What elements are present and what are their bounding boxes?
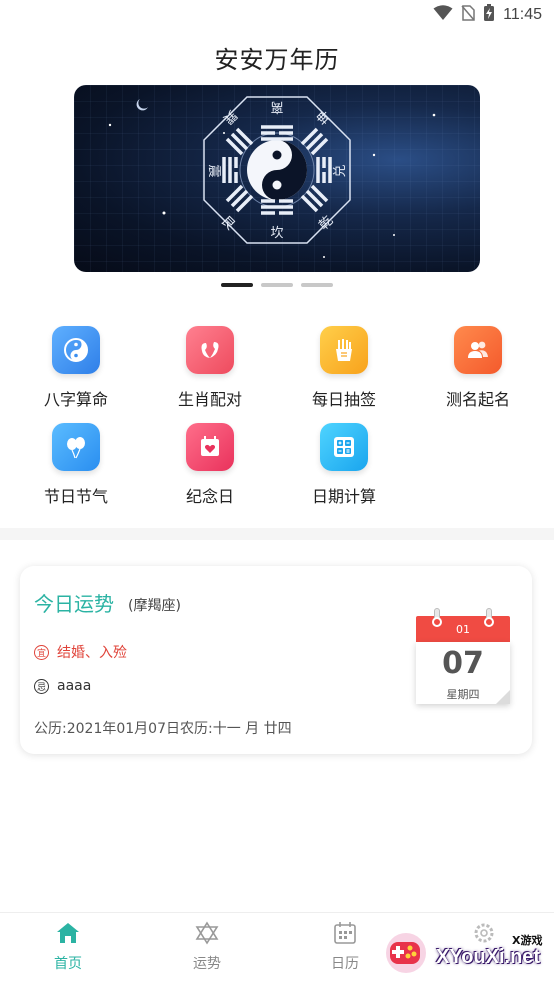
calendar-page-icon: 01 07 星期四: [416, 608, 510, 704]
carousel-indicator: [221, 283, 333, 287]
bagua-illustration: 离 坤 兑 乾 坎 艮 震 巽: [108, 96, 436, 258]
trigram-label: 震: [206, 164, 221, 177]
fortune-yi-row: 宜 结婚、入殓: [34, 642, 127, 662]
app-title: 安安万年历: [214, 46, 340, 74]
trigram-label: 离: [270, 99, 283, 115]
trigram-label: 巽: [220, 107, 240, 127]
nav-fortune[interactable]: 运势: [167, 921, 247, 973]
page-fold: [496, 690, 510, 704]
nav-calendar[interactable]: 日历: [305, 921, 385, 973]
zodiac-sign: (摩羯座): [128, 598, 181, 614]
nav-label: 运势: [193, 956, 221, 972]
nav-home[interactable]: 首页: [28, 921, 108, 973]
carousel-dot-active[interactable]: [221, 283, 253, 287]
carousel-dot[interactable]: [261, 283, 293, 287]
banner-carousel[interactable]: 离 坤 兑 乾 坎 艮 震 巽: [74, 85, 480, 272]
home-icon: [57, 923, 79, 943]
feature-label: 测名起名: [445, 390, 510, 409]
carousel-dot[interactable]: [301, 283, 333, 287]
watermark: XYouXi.net X游戏: [384, 928, 544, 978]
naming-icon: [454, 326, 502, 374]
battery-charging-icon: [483, 4, 495, 26]
feature-anniversary[interactable]: 纪念日: [150, 423, 270, 507]
watermark-text: XYouXi.net: [436, 946, 541, 968]
feature-label: 生肖配对: [177, 390, 242, 409]
nav-label: 首页: [54, 956, 82, 972]
status-bar: 11:45: [0, 0, 554, 30]
date-line: 公历:2021年01月07日农历:十一 月 廿四: [34, 721, 292, 737]
ji-badge-icon: 忌: [34, 678, 49, 694]
calendar-body: 07 星期四: [416, 642, 510, 704]
feature-zodiac-pair[interactable]: 生肖配对: [150, 326, 270, 410]
yin-yang-icon: [52, 326, 100, 374]
fortune-yi-text: 结婚、入殓: [57, 645, 127, 661]
no-sim-icon: [461, 5, 475, 25]
calendar-month: 01: [416, 616, 510, 642]
trigram-label: 坤: [314, 107, 334, 127]
fortune-title: 今日运势: [34, 592, 114, 616]
feature-label: 八字算命: [43, 390, 108, 409]
calendar-icon: [334, 922, 356, 944]
feature-date-calc[interactable]: 日期计算: [284, 423, 404, 507]
daily-fortune-card[interactable]: 今日运势 (摩羯座) 宜 结婚、入殓 忌 aaaa 公历:2021年01月07日…: [20, 566, 532, 754]
feature-label: 节日节气: [43, 487, 108, 506]
yi-badge-icon: 宜: [34, 644, 49, 660]
feature-label: 每日抽签: [311, 390, 376, 409]
status-time: 11:45: [503, 6, 542, 23]
zodiac-pair-icon: [186, 326, 234, 374]
feature-label: 日期计算: [311, 487, 376, 506]
wifi-icon: [433, 5, 453, 25]
feature-daily-draw[interactable]: 每日抽签: [284, 326, 404, 410]
status-icons: 11:45: [433, 4, 542, 26]
watermark-small: X游戏: [512, 934, 543, 947]
feature-label: 纪念日: [185, 487, 234, 506]
feature-festivals[interactable]: 节日节气: [16, 423, 136, 507]
fortune-sticks-icon: [320, 326, 368, 374]
calendar-ring: [484, 608, 494, 627]
fortune-ji-text: aaaa: [57, 678, 92, 694]
trigram-label: 兑: [333, 164, 348, 177]
trigram-label: 坎: [270, 226, 283, 241]
fortune-ji-row: 忌 aaaa: [34, 678, 91, 694]
nav-label: 日历: [331, 956, 359, 972]
calendar-ring: [432, 608, 442, 627]
feature-bazi[interactable]: 八字算命: [16, 326, 136, 410]
feature-naming[interactable]: 测名起名: [418, 326, 538, 410]
calculator-icon: [320, 423, 368, 471]
balloon-icon: [52, 423, 100, 471]
calendar-day: 07: [442, 646, 484, 681]
gamepad-logo-icon: [386, 933, 426, 973]
star-of-david-icon: [195, 921, 219, 945]
calendar-heart-icon: [186, 423, 234, 471]
section-separator: [0, 528, 554, 540]
